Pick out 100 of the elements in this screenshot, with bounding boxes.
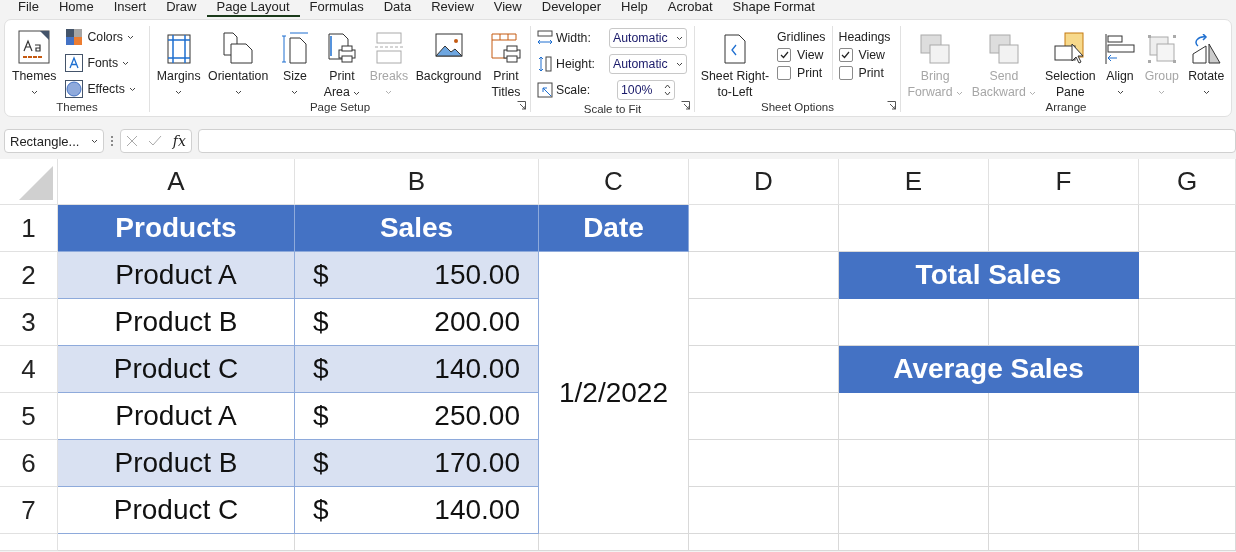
caret-icon [234, 89, 242, 95]
checkmark-icon [148, 135, 163, 147]
effects-circle-icon [65, 80, 84, 98]
ribbon-tab[interactable]: Home [48, 0, 104, 17]
column-header[interactable]: A [58, 159, 295, 205]
theme-colors-button[interactable]: Colors [65, 26, 136, 48]
caret-icon [30, 89, 38, 95]
checkmark-icon [779, 51, 789, 59]
option-heading: Gridlines [777, 30, 826, 44]
dialog-launcher-icon[interactable] [681, 101, 690, 110]
field-label: Height: [556, 57, 596, 71]
row-header[interactable]: 4 [0, 346, 58, 393]
ribbon-tab[interactable]: View [483, 0, 532, 17]
selection-pane-button[interactable]: Selection Pane [1042, 26, 1099, 100]
ribbon-tab[interactable]: Developer [531, 0, 611, 17]
table-cell: Product C [58, 487, 295, 534]
themes-button[interactable]: Themes [9, 26, 60, 100]
orientation-button[interactable]: Orientation [205, 26, 271, 100]
column-header[interactable]: C [539, 159, 689, 205]
caret-icon [385, 89, 393, 95]
option-checkbox[interactable]: Print [838, 66, 891, 80]
print-titles-icon [491, 32, 521, 64]
caret-icon [291, 89, 299, 95]
table-cell: Product A [58, 393, 295, 440]
formula-input[interactable] [198, 129, 1236, 153]
table-cell: Product B [58, 299, 295, 346]
theme-fonts-button[interactable]: Fonts [65, 52, 136, 74]
page-size-icon [282, 32, 308, 64]
dialog-launcher-icon[interactable] [517, 101, 526, 110]
column-header[interactable]: B [295, 159, 539, 205]
row-header[interactable]: 1 [0, 205, 58, 252]
rotate-button[interactable]: Rotate [1185, 26, 1227, 100]
insert-function-button[interactable]: fx [172, 133, 186, 149]
row-header[interactable]: 3 [0, 299, 58, 346]
theme-effects-button[interactable]: Effects [65, 78, 136, 100]
font-letter-icon [65, 54, 84, 72]
ribbon-tab[interactable]: File [8, 0, 49, 17]
size-button[interactable]: Size [273, 26, 317, 100]
row-header[interactable]: 5 [0, 393, 58, 440]
table-cell: $ 140.00 [295, 346, 539, 393]
align-button[interactable]: Align [1102, 26, 1139, 100]
more-options-icon [110, 134, 114, 148]
caret-icon [1202, 89, 1210, 95]
select-all-triangle-icon [19, 166, 53, 200]
themes-icon [18, 30, 51, 64]
group-label: Page Setup [309, 100, 371, 114]
ribbon-tab[interactable]: Formulas [299, 0, 374, 17]
option-checkbox[interactable]: Print [777, 66, 826, 80]
scale-dropdown[interactable]: Automatic [609, 28, 687, 48]
caret-icon [676, 61, 683, 67]
table-cell: Product B [58, 440, 295, 487]
field-label: Scale: [556, 83, 592, 97]
margins-icon [166, 34, 191, 64]
caret-icon [91, 138, 98, 144]
row-header[interactable]: 6 [0, 440, 58, 487]
table-cell: $ 200.00 [295, 299, 539, 346]
column-header[interactable]: D [689, 159, 839, 205]
table-cell: $ 250.00 [295, 393, 539, 440]
selection-pane-icon [1054, 32, 1087, 64]
caret-icon [1158, 89, 1166, 95]
group-label: Sheet Options [761, 100, 834, 114]
align-icon [1105, 34, 1136, 64]
ribbon-tab[interactable]: Review [421, 0, 484, 17]
caret-icon [126, 34, 134, 40]
ribbon-tab[interactable]: Shape Format [722, 0, 825, 17]
background-button[interactable]: Background [412, 26, 484, 84]
table-cell: $ 140.00 [295, 487, 539, 534]
summary-label-cell: Total Sales [839, 252, 1139, 299]
ribbon-tab[interactable]: Insert [103, 0, 157, 17]
column-header[interactable]: F [989, 159, 1139, 205]
ribbon-tab[interactable]: Data [373, 0, 422, 17]
column-header[interactable]: E [839, 159, 989, 205]
group-label: Themes [56, 100, 98, 114]
caret-icon [955, 91, 963, 96]
margins-button[interactable]: Margins [154, 26, 204, 100]
ribbon-tab[interactable]: Draw [156, 0, 207, 17]
scale-spinner[interactable]: 100% [617, 80, 675, 100]
send-backward-icon [988, 34, 1019, 64]
caret-icon [1116, 89, 1124, 95]
column-header[interactable]: G [1139, 159, 1236, 205]
print-area-icon [327, 32, 357, 64]
table-header-cell: Date [539, 205, 689, 252]
scale-dropdown[interactable]: Automatic [609, 54, 687, 74]
ribbon-tab[interactable]: Help [611, 0, 658, 17]
group-label: Arrange [1045, 100, 1087, 114]
print-area-button[interactable]: Print Area [319, 26, 365, 100]
dialog-launcher-icon[interactable] [887, 101, 896, 110]
orientation-icon [223, 32, 254, 64]
name-box[interactable]: Rectangle... [4, 129, 104, 153]
checkmark-icon [841, 51, 851, 59]
ribbon-tab[interactable]: Page Layout [206, 0, 300, 17]
option-checkbox[interactable]: View [777, 48, 826, 62]
caret-icon [353, 91, 361, 96]
print-titles-button[interactable]: Print Titles [486, 26, 526, 100]
row-header[interactable]: 7 [0, 487, 58, 534]
ribbon-tab[interactable]: Acrobat [657, 0, 723, 17]
row-header[interactable]: 2 [0, 252, 58, 299]
table-cell: Product A [58, 252, 295, 299]
option-checkbox[interactable]: View [838, 48, 891, 62]
sheet-right-to-left-button[interactable]: Sheet Right- to-Left [699, 26, 771, 100]
